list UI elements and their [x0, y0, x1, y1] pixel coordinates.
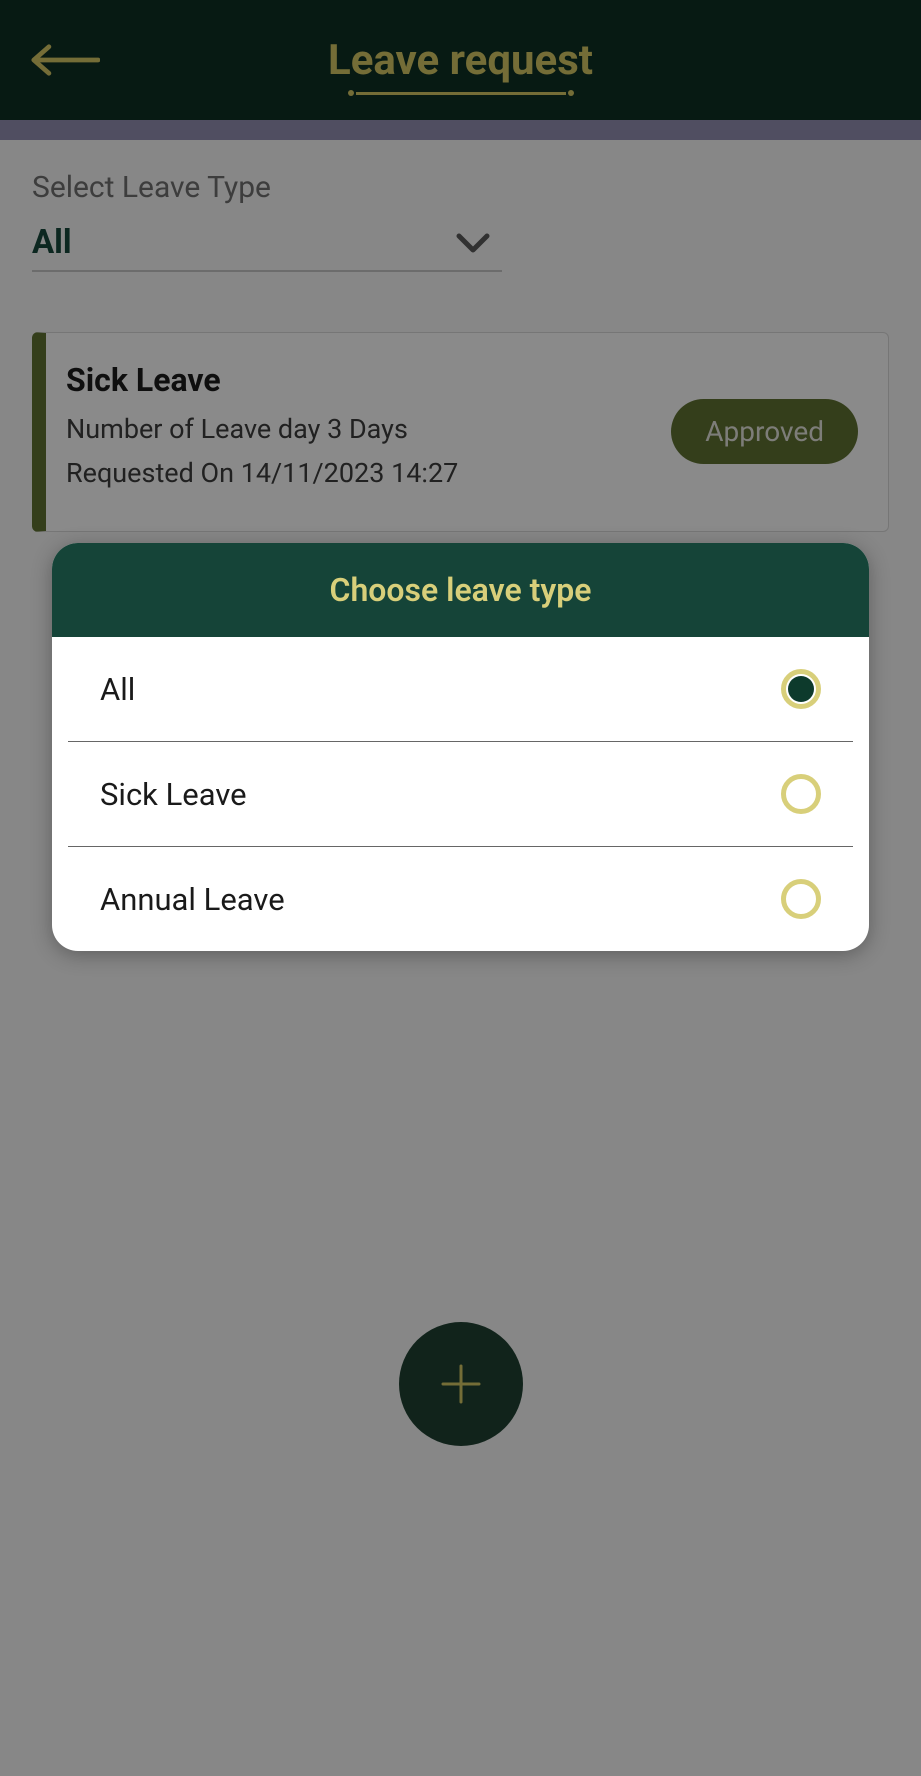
radio-inner: [788, 781, 814, 807]
leave-type-option[interactable]: Sick Leave: [68, 742, 853, 847]
option-label: All: [100, 671, 135, 708]
modal-title: Choose leave type: [52, 543, 869, 637]
radio-button[interactable]: [781, 774, 821, 814]
radio-button[interactable]: [781, 669, 821, 709]
leave-type-option[interactable]: All: [68, 637, 853, 742]
leave-type-modal: Choose leave type All Sick Leave Annual Le…: [52, 543, 869, 951]
radio-inner: [788, 676, 814, 702]
option-label: Annual Leave: [100, 881, 285, 918]
radio-button[interactable]: [781, 879, 821, 919]
leave-type-option[interactable]: Annual Leave: [68, 847, 853, 951]
radio-inner: [788, 886, 814, 912]
option-label: Sick Leave: [100, 776, 247, 813]
